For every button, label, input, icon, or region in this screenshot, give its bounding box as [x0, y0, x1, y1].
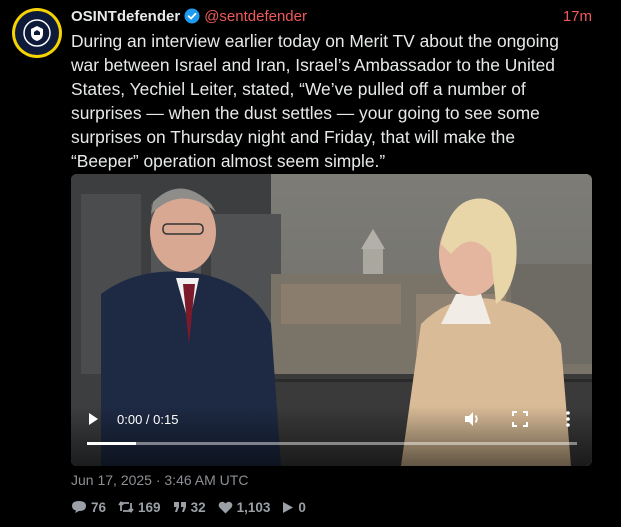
play-views-icon: [283, 501, 294, 513]
account-name[interactable]: OSINTdefender: [71, 8, 180, 25]
video-player[interactable]: 0:00 / 0:15: [71, 174, 592, 466]
tweet-header: OSINTdefender @sentdefender 17m: [71, 6, 592, 26]
tweet-text: During an interview earlier today on Mer…: [71, 31, 559, 171]
video-time: 0:00 / 0:15: [117, 412, 179, 427]
retweet-icon: [118, 501, 134, 513]
reply-stat[interactable]: 76: [71, 500, 106, 515]
shield-emblem-icon: [15, 11, 59, 55]
views-stat[interactable]: 0: [282, 500, 306, 515]
account-handle[interactable]: @sentdefender: [204, 8, 307, 25]
like-count: 1,103: [236, 499, 271, 515]
quote-count: 32: [190, 499, 206, 515]
retweet-count: 169: [138, 499, 161, 515]
video-progress-bar[interactable]: [87, 442, 577, 445]
reply-icon: [72, 501, 86, 513]
post-time-ago[interactable]: 17m: [563, 8, 592, 25]
retweet-stat[interactable]: 169: [118, 500, 161, 515]
engagement-stats: 76 169 32 1,103 0: [71, 498, 318, 516]
volume-icon[interactable]: [462, 409, 482, 429]
post-timestamp[interactable]: Jun 17, 2025 · 3:46 AM UTC: [71, 472, 248, 488]
quote-stat[interactable]: 32: [173, 500, 206, 515]
video-progress-fill: [87, 442, 136, 445]
avatar[interactable]: [12, 8, 62, 58]
quote-icon: [173, 502, 186, 512]
views-count: 0: [298, 499, 306, 515]
more-options-icon[interactable]: [558, 409, 578, 429]
like-stat[interactable]: 1,103: [218, 499, 271, 515]
heart-icon: [218, 501, 232, 513]
verified-badge-icon: [184, 8, 200, 24]
play-icon[interactable]: [85, 411, 101, 427]
reply-count: 76: [91, 499, 107, 515]
fullscreen-icon[interactable]: [511, 410, 529, 428]
